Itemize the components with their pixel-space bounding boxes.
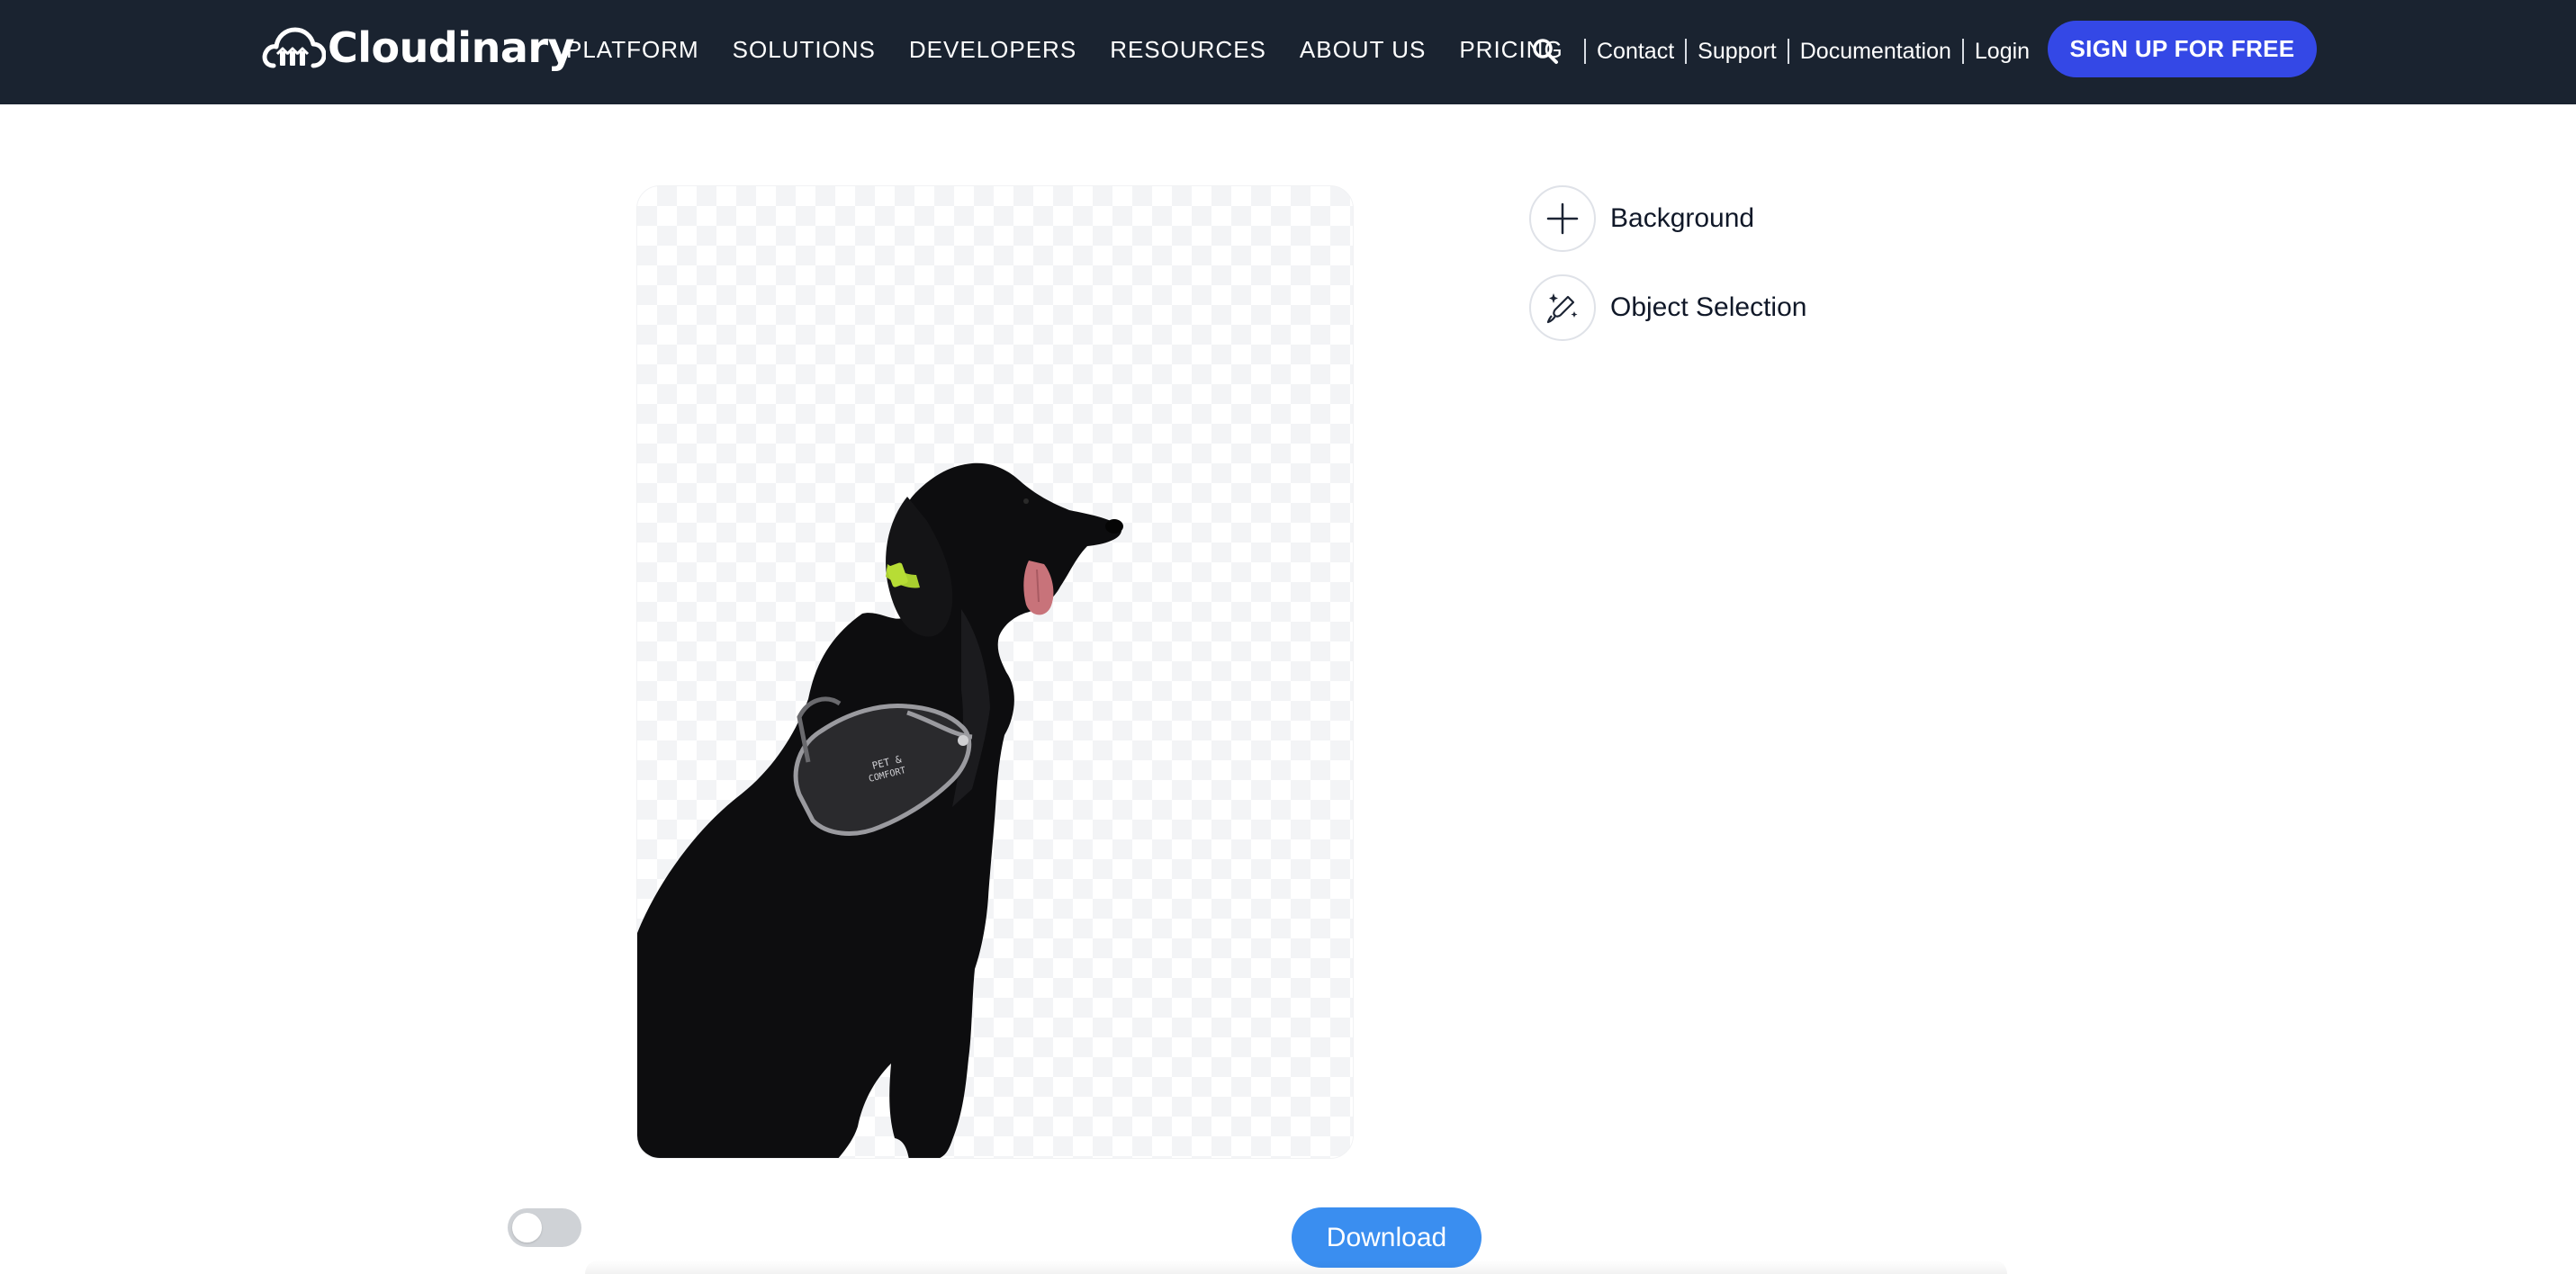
- plus-icon: [1546, 202, 1579, 235]
- magic-brush-icon: [1546, 293, 1578, 324]
- search-icon[interactable]: [1530, 36, 1561, 67]
- divider: [1584, 39, 1586, 64]
- top-navigation-bar: Cloudinary PLATFORM SOLUTIONS DEVELOPERS…: [0, 0, 2576, 104]
- main-nav: PLATFORM SOLUTIONS DEVELOPERS RESOURCES …: [566, 0, 1597, 99]
- object-selection-tool-label: Object Selection: [1610, 292, 1807, 322]
- background-tool-button[interactable]: [1529, 185, 1596, 252]
- comparison-toggle[interactable]: [508, 1208, 581, 1247]
- nav-developers[interactable]: DEVELOPERS: [909, 36, 1076, 64]
- contact-link[interactable]: Contact: [1597, 39, 1674, 65]
- nav-about-us[interactable]: ABOUT US: [1300, 36, 1426, 64]
- cloudinary-cloud-icon: [262, 27, 326, 68]
- toggle-knob: [512, 1213, 542, 1243]
- divider: [1685, 39, 1688, 64]
- image-preview: PET & COMFORT: [636, 185, 1354, 1159]
- nav-platform[interactable]: PLATFORM: [566, 36, 699, 64]
- nav-solutions[interactable]: SOLUTIONS: [733, 36, 876, 64]
- divider: [1961, 39, 1964, 64]
- brand-name: Cloudinary: [328, 23, 575, 72]
- background-tool-label: Background: [1610, 203, 1755, 233]
- nav-resources[interactable]: RESOURCES: [1110, 36, 1266, 64]
- sign-up-button[interactable]: SIGN UP FOR FREE: [2048, 21, 2317, 77]
- object-selection-tool-button[interactable]: [1529, 274, 1596, 341]
- background-tool[interactable]: Background: [1529, 185, 1754, 252]
- utility-links: Contact Support Documentation Login: [1530, 0, 2030, 103]
- bottom-panel-edge: [585, 1260, 2007, 1274]
- object-selection-tool[interactable]: Object Selection: [1529, 274, 1806, 341]
- divider: [1787, 39, 1789, 64]
- login-link[interactable]: Login: [1975, 39, 2030, 65]
- download-button[interactable]: Download: [1292, 1207, 1482, 1268]
- documentation-link[interactable]: Documentation: [1800, 39, 1951, 65]
- cloudinary-logo[interactable]: Cloudinary: [261, 22, 575, 74]
- dog-cutout-image: PET & COMFORT: [637, 462, 1123, 1158]
- support-link[interactable]: Support: [1698, 39, 1777, 65]
